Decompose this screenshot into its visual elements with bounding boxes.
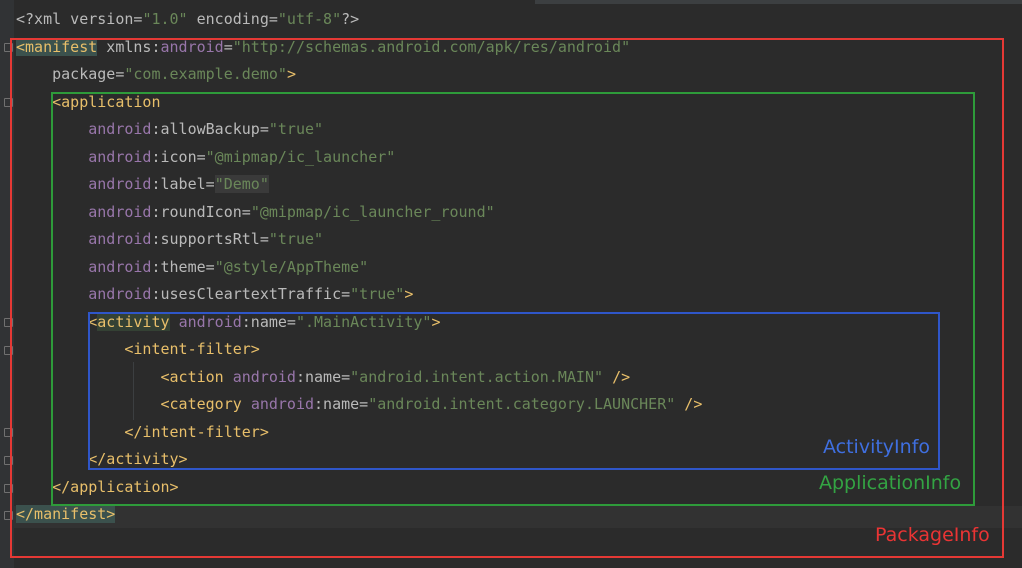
code-token: "1.0" <box>142 10 188 28</box>
code-line[interactable]: <?xml version="1.0" encoding="utf-8"?> <box>16 6 702 34</box>
code-token: ?> <box>341 10 360 28</box>
code-token: <?xml version= <box>16 10 143 28</box>
application-info-label: ApplicationInfo <box>819 472 962 494</box>
activity-info-box <box>88 312 940 470</box>
package-info-label: PackageInfo <box>875 524 990 546</box>
code-token: "utf-8" <box>277 10 342 28</box>
code-token: encoding= <box>187 10 278 28</box>
editor-tab-strip <box>535 0 1022 4</box>
activity-info-label: ActivityInfo <box>823 436 931 458</box>
